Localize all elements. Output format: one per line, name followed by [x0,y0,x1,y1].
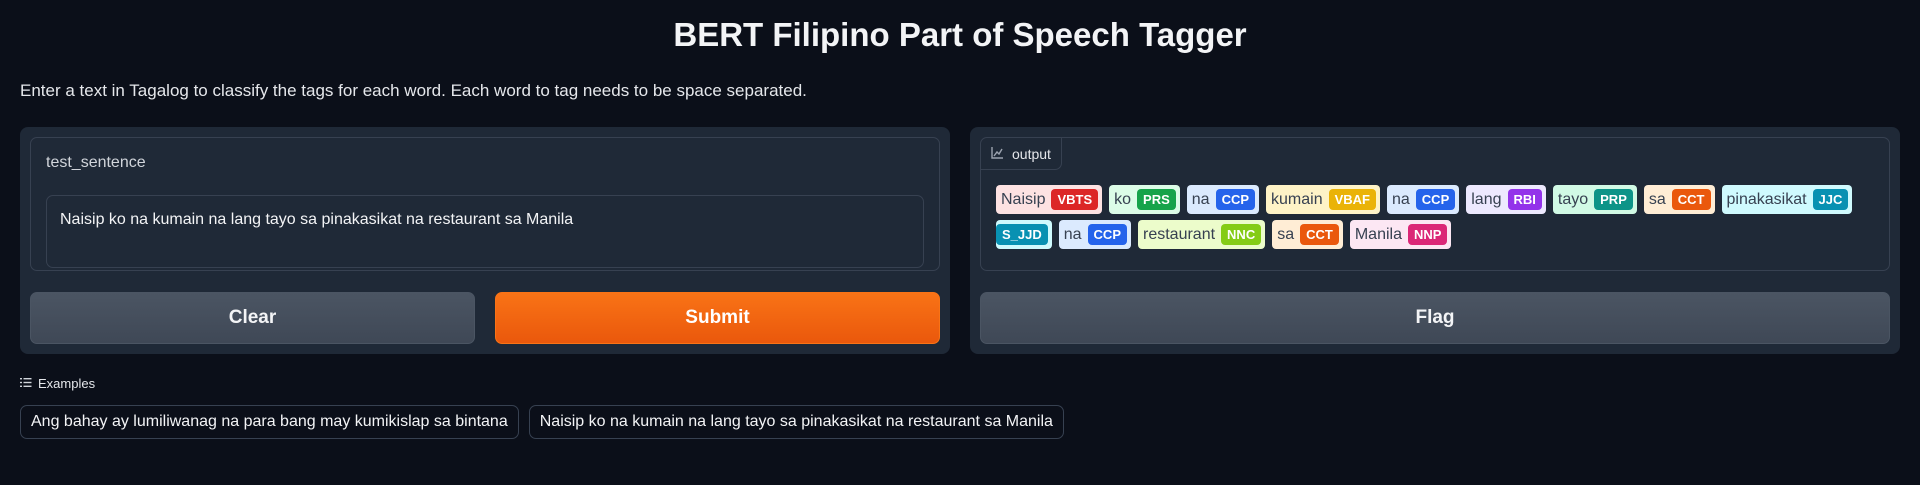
tagged-word: kumain VBAF [1266,185,1380,214]
pos-tag-badge: VBTS [1051,189,1099,210]
tagged-word: na CCP [1387,185,1460,214]
word-text: restaurant [1143,225,1216,243]
word-text: na [1191,190,1210,208]
pos-tag-badge: CCP [1087,224,1127,245]
pos-tag-badge: PRP [1594,189,1633,210]
word-text: pinakasikat [1726,190,1807,208]
examples-label: Examples [38,376,96,391]
word-text: na [1392,190,1410,208]
pos-tag-badge: CCT [1300,224,1339,245]
pos-tag-badge: NNP [1407,224,1448,245]
clear-button[interactable]: Clear [30,292,475,344]
list-icon [20,376,32,391]
flag-button[interactable]: Flag [980,292,1890,344]
input-label: test_sentence [46,154,146,171]
output-panel: output Naisip VBTS ko PRS na CCP kumain VBAF na C… [970,127,1900,354]
word-text: kumain [1271,190,1323,208]
tagged-word: S_JJD [996,220,1052,249]
page-title: BERT Filipino Part of Speech Tagger [673,16,1247,53]
tagged-word: lang RBI [1466,185,1546,214]
chart-icon [991,146,1004,162]
pos-tag-badge: RBI [1507,189,1542,210]
submit-button[interactable]: Submit [495,292,940,344]
tagged-word: Naisip VBTS [996,185,1103,214]
pos-tag-badge: NNC [1221,224,1262,245]
tagged-word: restaurant NNC [1138,220,1266,249]
pos-tag-badge: CCP [1415,189,1456,210]
word-text: tayo [1557,190,1589,208]
examples-header: Examples [20,376,95,391]
pos-tag-badge: VBAF [1328,189,1376,210]
tagged-word: sa CCT [1643,185,1715,214]
output-block: output Naisip VBTS ko PRS na CCP kumain VBAF na C… [980,137,1890,271]
pos-tag-badge: JJC [1812,189,1849,210]
tagged-word: tayo PRP [1552,185,1637,214]
word-text: lang [1471,190,1502,208]
tagged-word: pinakasikat JJC [1721,185,1853,214]
example-item[interactable]: Naisip ko na kumain na lang tayo sa pina… [528,405,1064,439]
word-text: Naisip [1001,190,1046,208]
pos-tag-badge: S_JJD [996,224,1048,245]
word-text: ko [1114,190,1132,208]
tagged-word: na CCP [1058,220,1131,249]
word-text: Manila [1354,225,1402,243]
tagged-word: ko PRS [1109,185,1180,214]
test-sentence-input[interactable]: Naisip ko na kumain na lang tayo sa pina… [46,195,924,268]
example-item[interactable]: Ang bahay ay lumiliwanag na para bang ma… [20,405,519,439]
pos-tag-badge: PRS [1137,189,1176,210]
input-block: test_sentence Naisip ko na kumain na lan… [30,137,940,271]
word-text: sa [1277,225,1295,243]
tagged-word: sa CCT [1272,220,1343,249]
word-text: na [1063,225,1082,243]
pos-tag-badge: CCP [1215,189,1256,210]
tagged-word: na CCP [1186,185,1260,214]
page-description: Enter a text in Tagalog to classify the … [20,81,807,100]
input-panel: test_sentence Naisip ko na kumain na lan… [20,127,950,354]
examples-list: Ang bahay ay lumiliwanag na para bang ma… [20,405,1064,439]
pos-tag-badge: CCT [1671,189,1711,210]
word-text: sa [1648,190,1666,208]
tagged-word: Manila NNP [1349,220,1452,249]
output-label-tab: output [981,138,1062,170]
tagged-output: Naisip VBTS ko PRS na CCP kumain VBAF na CCP lang R… [996,185,1866,249]
output-label: output [1012,145,1051,162]
